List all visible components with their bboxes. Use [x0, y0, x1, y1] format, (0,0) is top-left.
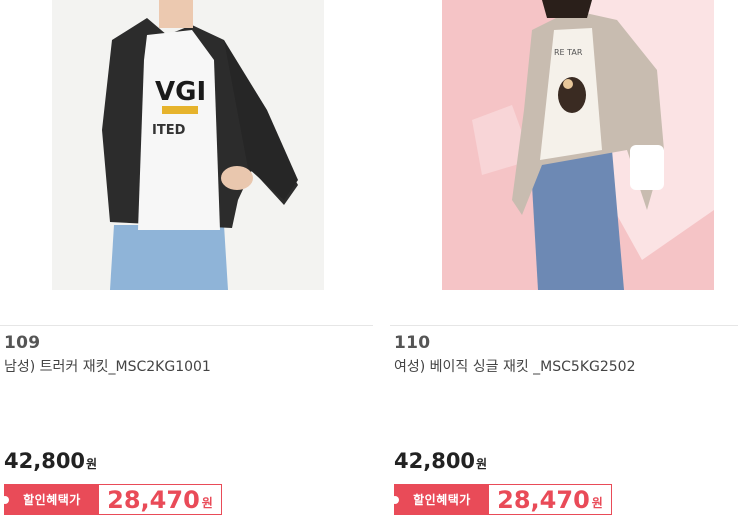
product-card[interactable]: VGI ITED 109 남성) 트러커 재킷_MSC2KG1001 42,80…	[0, 0, 373, 527]
discount-price-badge[interactable]: 할인혜택가 28,470 원	[391, 484, 612, 515]
price-value: 42,800	[394, 449, 476, 473]
discount-label: 할인혜택가	[391, 485, 489, 514]
discount-label: 할인혜택가	[1, 485, 99, 514]
discount-price-badge[interactable]: 할인혜택가 28,470 원	[1, 484, 222, 515]
price-value: 42,800	[4, 449, 86, 473]
currency-unit: 원	[86, 457, 98, 471]
currency-unit: 원	[476, 457, 488, 471]
svg-text:RE TAR: RE TAR	[554, 48, 583, 57]
product-image[interactable]: VGI ITED	[52, 0, 324, 290]
card-divider	[390, 325, 738, 326]
currency-unit: 원	[591, 496, 603, 510]
product-card[interactable]: RE TAR 110 여성) 베이직 싱글 재킷 _MSC5KG2502 42,…	[390, 0, 738, 527]
regular-price: 42,800원	[4, 449, 97, 473]
card-divider	[0, 325, 373, 326]
womens-jacket-photo-icon: RE TAR	[442, 0, 714, 290]
product-number: 110	[394, 333, 431, 353]
product-number: 109	[4, 333, 41, 353]
product-image[interactable]: RE TAR	[442, 0, 714, 290]
sale-price: 28,470 원	[99, 485, 221, 514]
sale-price-value: 28,470	[497, 485, 590, 514]
svg-text:ITED: ITED	[152, 123, 186, 138]
svg-text:VGI: VGI	[155, 77, 206, 107]
product-name[interactable]: 남성) 트러커 재킷_MSC2KG1001	[4, 356, 211, 376]
sale-price-value: 28,470	[107, 485, 200, 514]
regular-price: 42,800원	[394, 449, 487, 473]
currency-unit: 원	[201, 496, 213, 510]
mens-jacket-photo-icon: VGI ITED	[52, 0, 324, 290]
sale-price: 28,470 원	[489, 485, 611, 514]
product-name[interactable]: 여성) 베이직 싱글 재킷 _MSC5KG2502	[394, 356, 636, 376]
